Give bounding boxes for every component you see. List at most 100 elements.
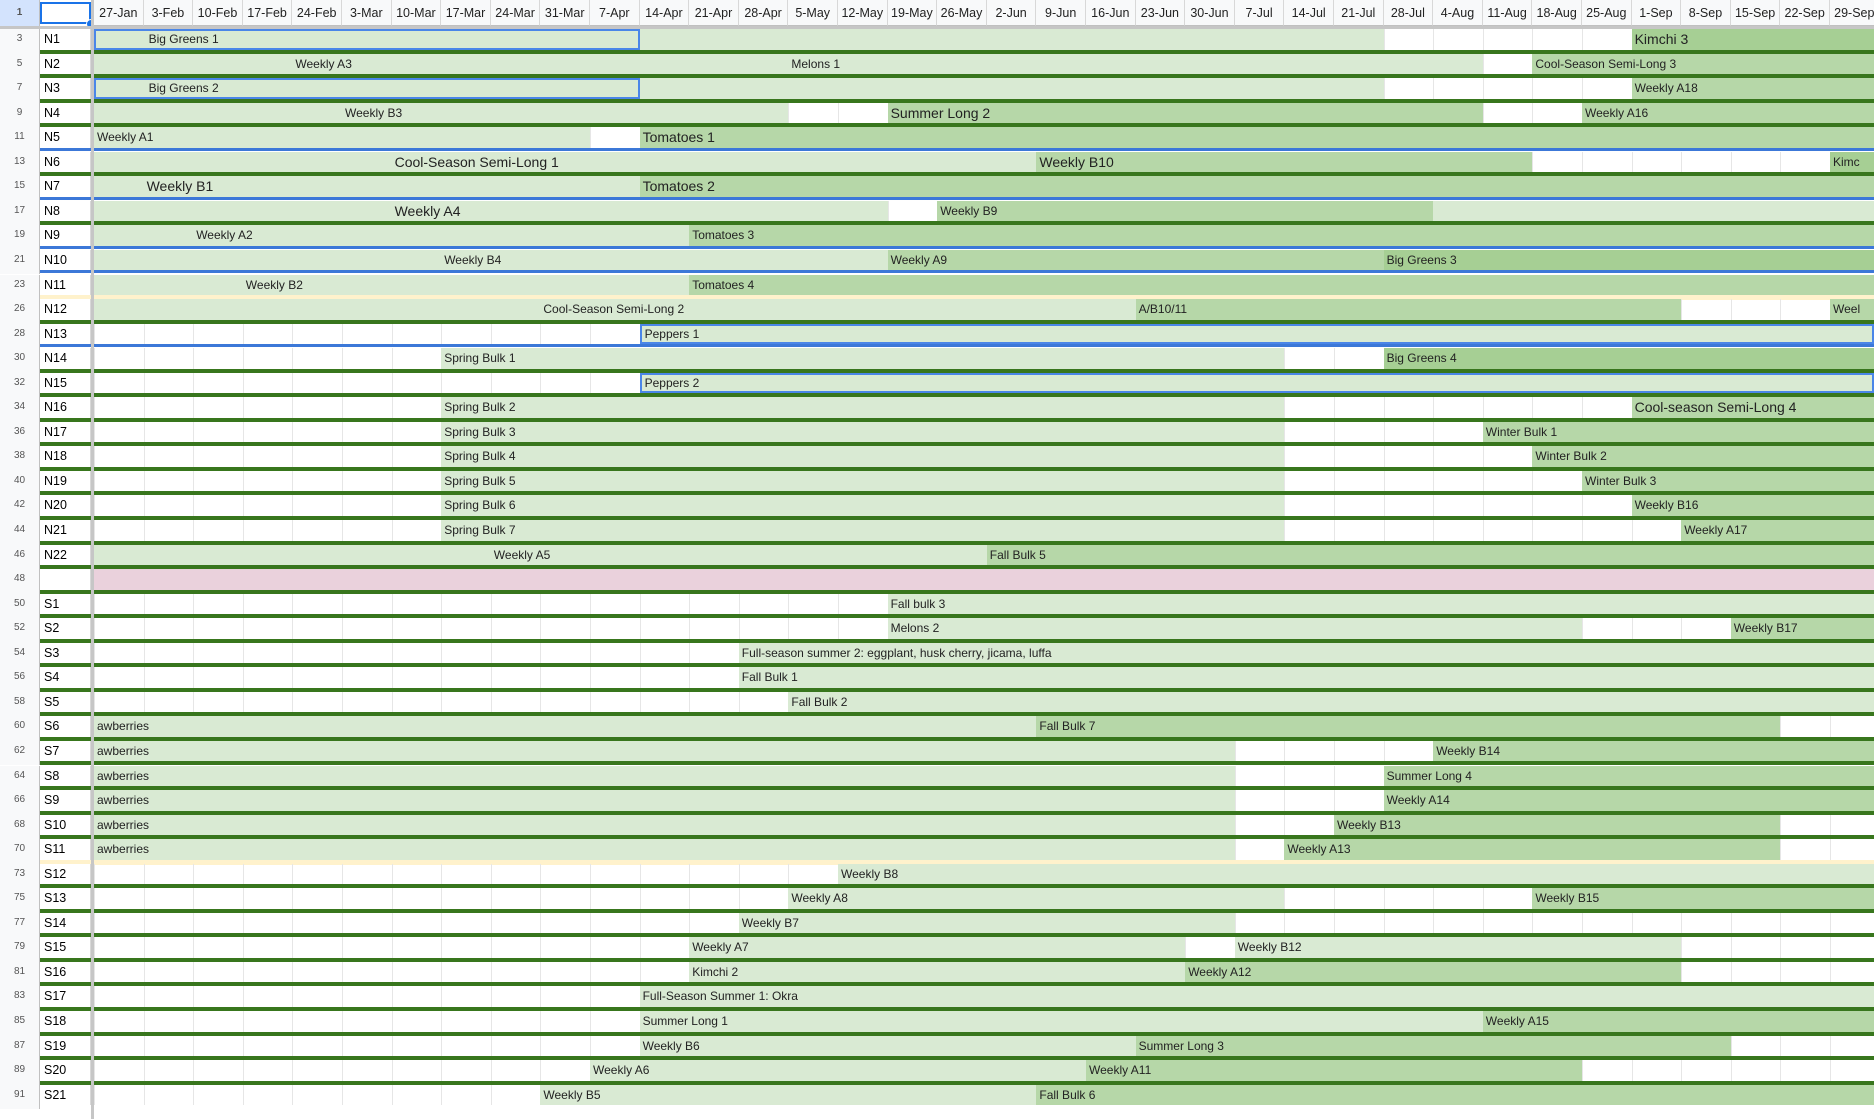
row-number[interactable]: 87	[0, 1035, 40, 1061]
column-header[interactable]: 3-Feb	[143, 0, 194, 26]
column-header[interactable]: 28-Apr	[738, 0, 789, 26]
bed-label[interactable]: N11	[40, 274, 91, 295]
planting-block[interactable]: Weekly B9	[937, 200, 1434, 222]
column-header[interactable]: 10-Feb	[193, 0, 243, 26]
bed-label[interactable]: N4	[40, 102, 91, 124]
bed-label[interactable]: N5	[40, 127, 91, 148]
row-number[interactable]: 66	[0, 790, 40, 815]
bed-label[interactable]: S2	[40, 618, 91, 639]
planting-block[interactable]: Big Greens 2	[94, 78, 640, 99]
row-number[interactable]: 13	[0, 151, 40, 177]
planting-block[interactable]: Peppers 2	[639, 372, 1874, 394]
bed-label[interactable]: S4	[40, 667, 91, 688]
planting-block[interactable]: Winter Bulk 3	[1582, 470, 1874, 492]
bed-label[interactable]: S12	[40, 863, 91, 885]
planting-block[interactable]: Weekly B12	[1234, 937, 1682, 958]
planting-block[interactable]: Weekly A7	[689, 937, 1186, 958]
column-header[interactable]: 28-Jul	[1383, 0, 1434, 26]
row-number[interactable]: 11	[0, 127, 40, 152]
planting-block[interactable]: Weekly A5	[94, 544, 987, 566]
planting-block[interactable]: Big Greens 1	[94, 29, 640, 50]
column-header[interactable]: 2-Jun	[986, 0, 1037, 26]
bed-label[interactable]: S16	[40, 961, 91, 983]
planting-block[interactable]: Weekly B17	[1730, 618, 1874, 639]
bed-label[interactable]: S14	[40, 912, 91, 934]
bed-label[interactable]: S15	[40, 937, 91, 958]
column-header[interactable]: 10-Mar	[391, 0, 442, 26]
planting-block[interactable]: Weekly B10	[1036, 151, 1533, 173]
bed-label[interactable]: N19	[40, 470, 91, 492]
bed-label[interactable]: N12	[40, 299, 91, 320]
planting-block[interactable]: Spring Bulk 5	[441, 470, 1285, 492]
column-header[interactable]: 12-May	[838, 0, 888, 26]
row-number[interactable]: 81	[0, 961, 40, 987]
bed-label[interactable]: N13	[40, 323, 91, 345]
row-number[interactable]: 64	[0, 765, 40, 791]
planting-block[interactable]: Weekly B5	[540, 1084, 1037, 1106]
bed-label[interactable]: S5	[40, 691, 91, 713]
planting-block[interactable]: awberries	[94, 790, 1235, 811]
row-number[interactable]: 52	[0, 618, 40, 643]
column-header[interactable]: 22-Sep	[1780, 0, 1830, 26]
planting-block[interactable]: Full-Season Summer 1: Okra	[639, 986, 1874, 1007]
planting-block[interactable]: Weekly A8	[788, 888, 1285, 909]
column-header[interactable]: 21-Jul	[1334, 0, 1384, 26]
row-number[interactable]: 7	[0, 78, 40, 103]
bed-label[interactable]: N22	[40, 544, 91, 566]
column-header[interactable]: 26-May	[937, 0, 987, 26]
column-header[interactable]: 8-Sep	[1681, 0, 1731, 26]
column-header[interactable]: 1-Sep	[1631, 0, 1682, 26]
column-header[interactable]: 17-Feb	[242, 0, 293, 26]
planting-block[interactable]: Weekly A12	[1185, 961, 1682, 983]
planting-block[interactable]	[639, 78, 1384, 99]
planting-block[interactable]: Weekly B3	[94, 102, 789, 124]
planting-block[interactable]: Spring Bulk 2	[441, 397, 1285, 418]
column-header[interactable]: 16-Jun	[1086, 0, 1136, 26]
planting-block[interactable]: awberries	[94, 765, 1235, 786]
planting-block[interactable]: Tomatoes 2	[639, 176, 1874, 197]
divider-row[interactable]	[91, 569, 1874, 590]
column-header[interactable]: 27-Jan	[94, 0, 144, 26]
planting-block[interactable]: Weekly A16	[1582, 102, 1874, 124]
planting-block[interactable]: Weekly B4	[94, 249, 888, 271]
bed-label[interactable]: S18	[40, 1011, 91, 1032]
bed-label[interactable]: S7	[40, 740, 91, 762]
column-header[interactable]: 19-May	[887, 0, 938, 26]
planting-block[interactable]: Weekly A6	[590, 1060, 1086, 1081]
bed-label[interactable]: S8	[40, 765, 91, 786]
planting-block[interactable]: Weekly A4	[94, 200, 888, 222]
planting-block[interactable]: Weekly B1	[94, 176, 640, 197]
planting-block[interactable]: Cool-season Semi-Long 4	[1631, 397, 1874, 418]
planting-block[interactable]: Weekly B14	[1433, 740, 1874, 762]
planting-block[interactable]: Fall Bulk 2	[788, 691, 1874, 713]
planting-block[interactable]: Weel	[1830, 299, 1874, 320]
row-number[interactable]: 44	[0, 520, 40, 545]
planting-block[interactable]: Melons 2	[887, 618, 1582, 639]
row-number[interactable]: 32	[0, 372, 40, 398]
bed-label[interactable]: S11	[40, 839, 91, 860]
bed-label[interactable]: N9	[40, 225, 91, 246]
bed-label[interactable]: N18	[40, 446, 91, 467]
column-header[interactable]: 11-Aug	[1482, 0, 1533, 26]
planting-block[interactable]: Fall Bulk 5	[986, 544, 1874, 566]
row-number[interactable]: 17	[0, 200, 40, 226]
frozen-column-divider[interactable]	[91, 0, 94, 1119]
planting-block[interactable]: Weekly B13	[1334, 814, 1781, 836]
row-number[interactable]: 34	[0, 397, 40, 422]
row-number[interactable]: 48	[0, 569, 40, 594]
bed-label[interactable]: S20	[40, 1060, 91, 1081]
planting-block[interactable]	[639, 29, 1384, 50]
planting-block[interactable]: Kimchi 2	[689, 961, 1186, 983]
planting-block[interactable]: Fall Bulk 7	[1036, 716, 1781, 737]
row-number[interactable]: 23	[0, 274, 40, 300]
bed-label[interactable]: S19	[40, 1035, 91, 1057]
planting-block[interactable]: Weekly A3	[94, 53, 789, 75]
row-number[interactable]: 38	[0, 446, 40, 471]
column-header[interactable]: 4-Aug	[1433, 0, 1483, 26]
planting-block[interactable]: Weekly B2	[94, 274, 690, 295]
planting-block[interactable]: Big Greens 3	[1383, 249, 1874, 271]
row-number[interactable]: 5	[0, 53, 40, 79]
bed-label[interactable]: S3	[40, 642, 91, 664]
planting-block[interactable]: Weekly A14	[1383, 790, 1874, 811]
planting-block[interactable]: Summer Long 1	[639, 1011, 1483, 1032]
